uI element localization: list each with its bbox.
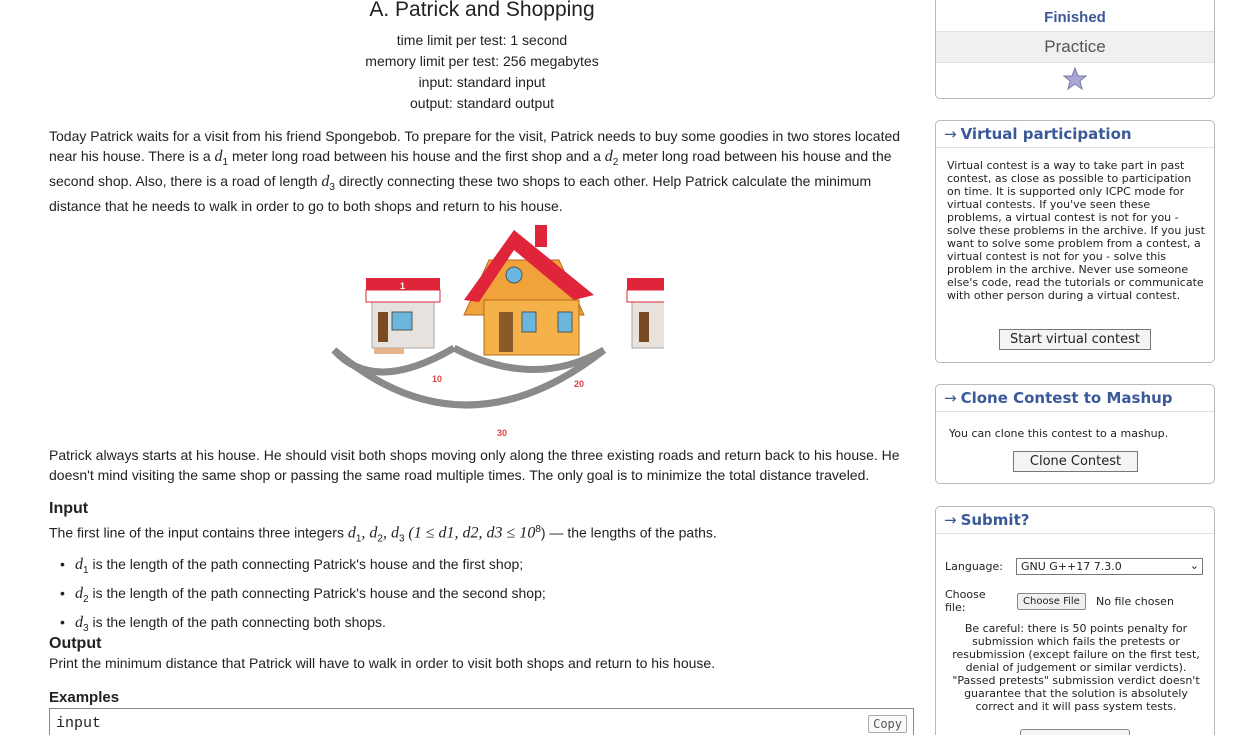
- input-bullets: d1 is the length of the path connecting …: [60, 553, 546, 640]
- submit-title-text: Submit?: [960, 511, 1030, 529]
- clone-contest-button[interactable]: Clone Contest: [1013, 451, 1138, 472]
- bullet-text: is the length of the path connecting Pat…: [88, 584, 546, 601]
- var-d: d: [347, 524, 356, 542]
- output-type: output: standard output: [410, 95, 554, 111]
- var-d: d: [75, 613, 83, 631]
- road-label-20: 20: [574, 379, 584, 389]
- time-limit: time limit per test: 1 second: [396, 32, 568, 48]
- output-title: Output: [49, 635, 102, 652]
- submit-box: → Submit? Language: GNU G++17 7.3.0 ⌄ Cho…: [935, 506, 1215, 735]
- var-sep: ,: [382, 524, 391, 542]
- favourite-star[interactable]: [936, 63, 1214, 96]
- patrick-house: [463, 225, 594, 356]
- var-d: d: [75, 556, 83, 573]
- file-label: Choose file:: [945, 588, 986, 614]
- language-select[interactable]: GNU G++17 7.3.0 ⌄: [1016, 558, 1203, 575]
- input-text: The first line of the input contains thr…: [49, 520, 915, 549]
- memory-limit: memory limit per test: 256 megabytes: [365, 53, 599, 69]
- contest-mode: Practice: [936, 32, 1214, 63]
- list-item: d3 is the length of the path connecting …: [60, 611, 546, 640]
- statement-text: meter long road between his house and th…: [228, 147, 605, 164]
- output-text: Print the minimum distance that Patrick …: [49, 655, 716, 671]
- list-item: d1 is the length of the path connecting …: [60, 553, 546, 582]
- arrow-icon: →: [944, 389, 957, 407]
- shop-1-label: 1: [400, 281, 405, 291]
- file-status: No file chosen: [1096, 595, 1174, 608]
- problem-title: A. Patrick and Shopping: [369, 0, 595, 21]
- road-label-10: 10: [432, 374, 442, 384]
- arrow-icon: →: [944, 125, 957, 143]
- statement-paragraph-1: Today Patrick waits for a visit from his…: [49, 127, 915, 217]
- example-input-label: input: [56, 715, 102, 732]
- arrow-icon: →: [944, 511, 957, 529]
- shop-2: 2: [626, 278, 664, 349]
- clone-title: → Clone Contest to Mashup: [936, 385, 1214, 412]
- submit-title: → Submit?: [936, 507, 1214, 534]
- language-label: Language:: [945, 560, 1003, 573]
- constraint: (1 ≤ d1, d2, d3 ≤ 10: [408, 524, 536, 542]
- clone-text: You can clone this contest to a mashup.: [949, 427, 1169, 440]
- bullet-text: is the length of the path connecting Pat…: [88, 556, 524, 572]
- var-d: d: [604, 147, 613, 165]
- shop-1: 1: [365, 278, 441, 354]
- input-type: input: standard input: [418, 74, 546, 90]
- var-d: d: [390, 524, 399, 542]
- penalty-warning: Be careful: there is 50 points penalty f…: [952, 622, 1200, 713]
- list-item: d2 is the length of the path connecting …: [60, 582, 546, 611]
- clone-title-text: Clone Contest to Mashup: [960, 389, 1173, 407]
- submit-button[interactable]: [1020, 729, 1130, 735]
- chevron-down-icon: ⌄: [1189, 559, 1199, 572]
- input-title: Input: [49, 500, 89, 517]
- language-value: GNU G++17 7.3.0: [1021, 560, 1122, 573]
- bullet-text: is the length of the path connecting bot…: [88, 613, 386, 630]
- clone-contest-box: → Clone Contest to Mashup You can clone t…: [935, 384, 1215, 484]
- illustration: 10 20 30 1 2: [331, 225, 664, 438]
- star-icon[interactable]: [1062, 66, 1088, 91]
- statement-paragraph-2: Patrick always starts at his house. He s…: [49, 447, 900, 483]
- var-sub: 3: [398, 533, 405, 545]
- var-d: d: [75, 584, 83, 602]
- var-d: d: [214, 147, 223, 165]
- virtual-text: Virtual contest is a way to take part in…: [947, 159, 1205, 302]
- example-input-box: input Copy: [49, 708, 914, 735]
- input-text-a: The first line of the input contains thr…: [49, 524, 348, 541]
- copy-button[interactable]: Copy: [868, 715, 907, 733]
- virtual-title-text: Virtual participation: [960, 125, 1132, 143]
- road-label-30: 30: [497, 428, 507, 438]
- contest-status-box: Finished Practice: [935, 0, 1215, 99]
- virtual-participation-box: → Virtual participation Virtual contest i…: [935, 120, 1215, 363]
- input-text-b: ) — the lengths of the paths.: [540, 524, 717, 541]
- contest-status: Finished: [936, 0, 1214, 32]
- examples-title: Examples: [49, 689, 120, 706]
- start-virtual-contest-button[interactable]: Start virtual contest: [999, 329, 1151, 350]
- choose-file-button[interactable]: Choose File: [1017, 593, 1086, 610]
- virtual-title: → Virtual participation: [936, 121, 1214, 148]
